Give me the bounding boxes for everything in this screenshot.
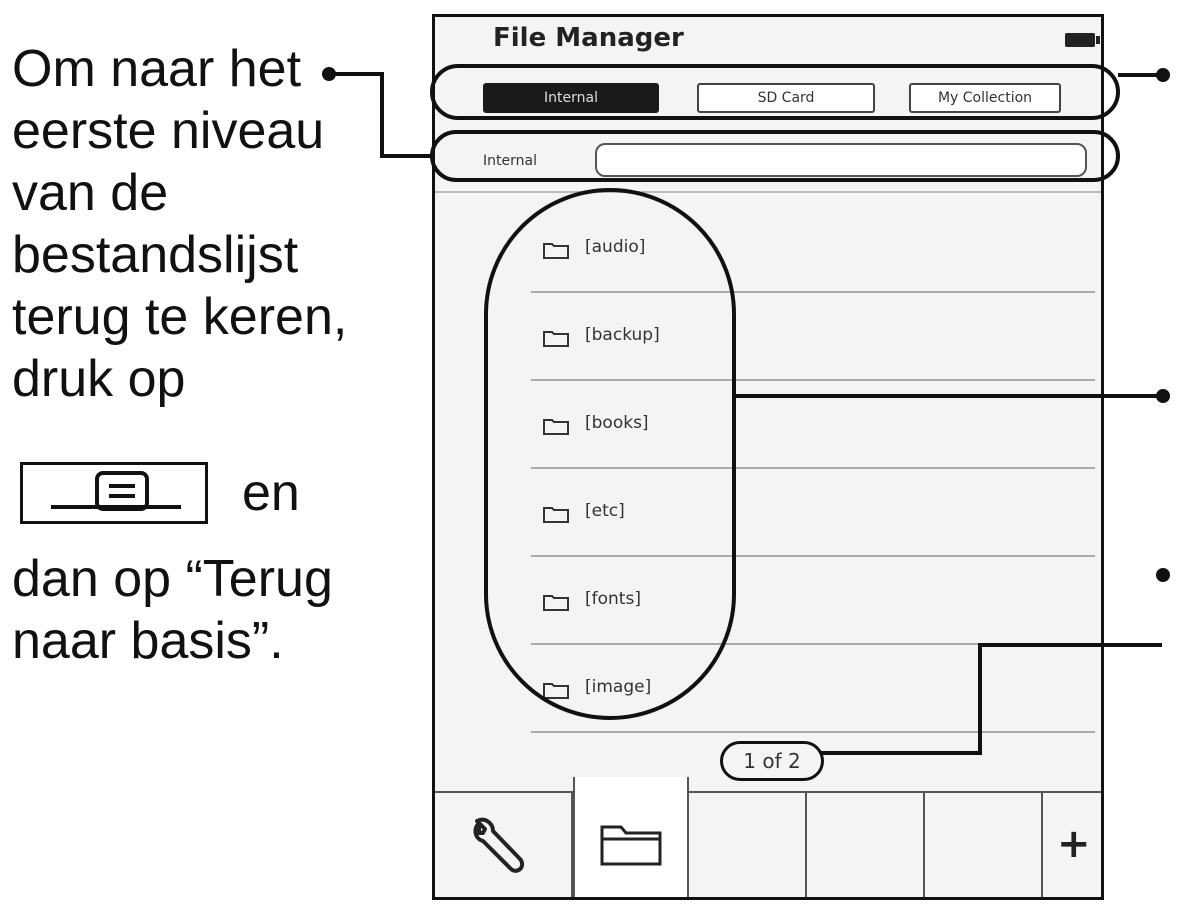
toolbar-slot-button[interactable] [925,793,1043,897]
bottom-toolbar: + [435,777,1101,897]
instruction-text: Om naar het eerste niveau van de bestand… [12,38,347,410]
callout-oval-list [484,188,736,720]
folder-icon [600,825,662,866]
page-indicator: 1 of 2 [720,741,824,781]
toolbar-add-button[interactable]: + [1043,793,1101,897]
instruction-line: eerste niveau [12,102,325,160]
instruction-line: naar basis”. [12,612,284,670]
callout-line [820,751,982,755]
instruction-line: van de [12,164,169,222]
callout-line [380,154,432,158]
callout-line [978,643,982,755]
callout-line [380,72,384,158]
title-bar: File Manager [435,17,1101,63]
toolbar-slot-button[interactable] [689,793,807,897]
instruction-line: bestandslijst [12,226,299,284]
callout-oval-tabs [430,64,1120,120]
instruction-en: en [242,464,300,522]
instruction-line: dan op “Terug [12,550,333,608]
toolbar-files-button[interactable] [573,777,689,897]
callout-line [328,72,384,76]
toolbar-slot-button[interactable] [807,793,925,897]
callout-line [978,643,1162,647]
instruction-text-after: dan op “Terug naar basis”. [12,548,333,672]
instruction-line: Om naar het [12,40,302,98]
callout-line [1118,73,1160,77]
callout-dot [1156,568,1170,582]
wrench-icon [473,817,525,873]
battery-icon [1065,33,1100,47]
instruction-line: druk op [12,350,186,408]
instruction-line: terug te keren, [12,288,348,346]
app-title: File Manager [493,23,684,53]
toolbar-settings-button[interactable] [435,793,573,897]
callout-line [736,394,1160,398]
plus-icon: + [1057,821,1091,867]
menu-key-icon [20,462,208,524]
callout-oval-path [430,130,1120,182]
